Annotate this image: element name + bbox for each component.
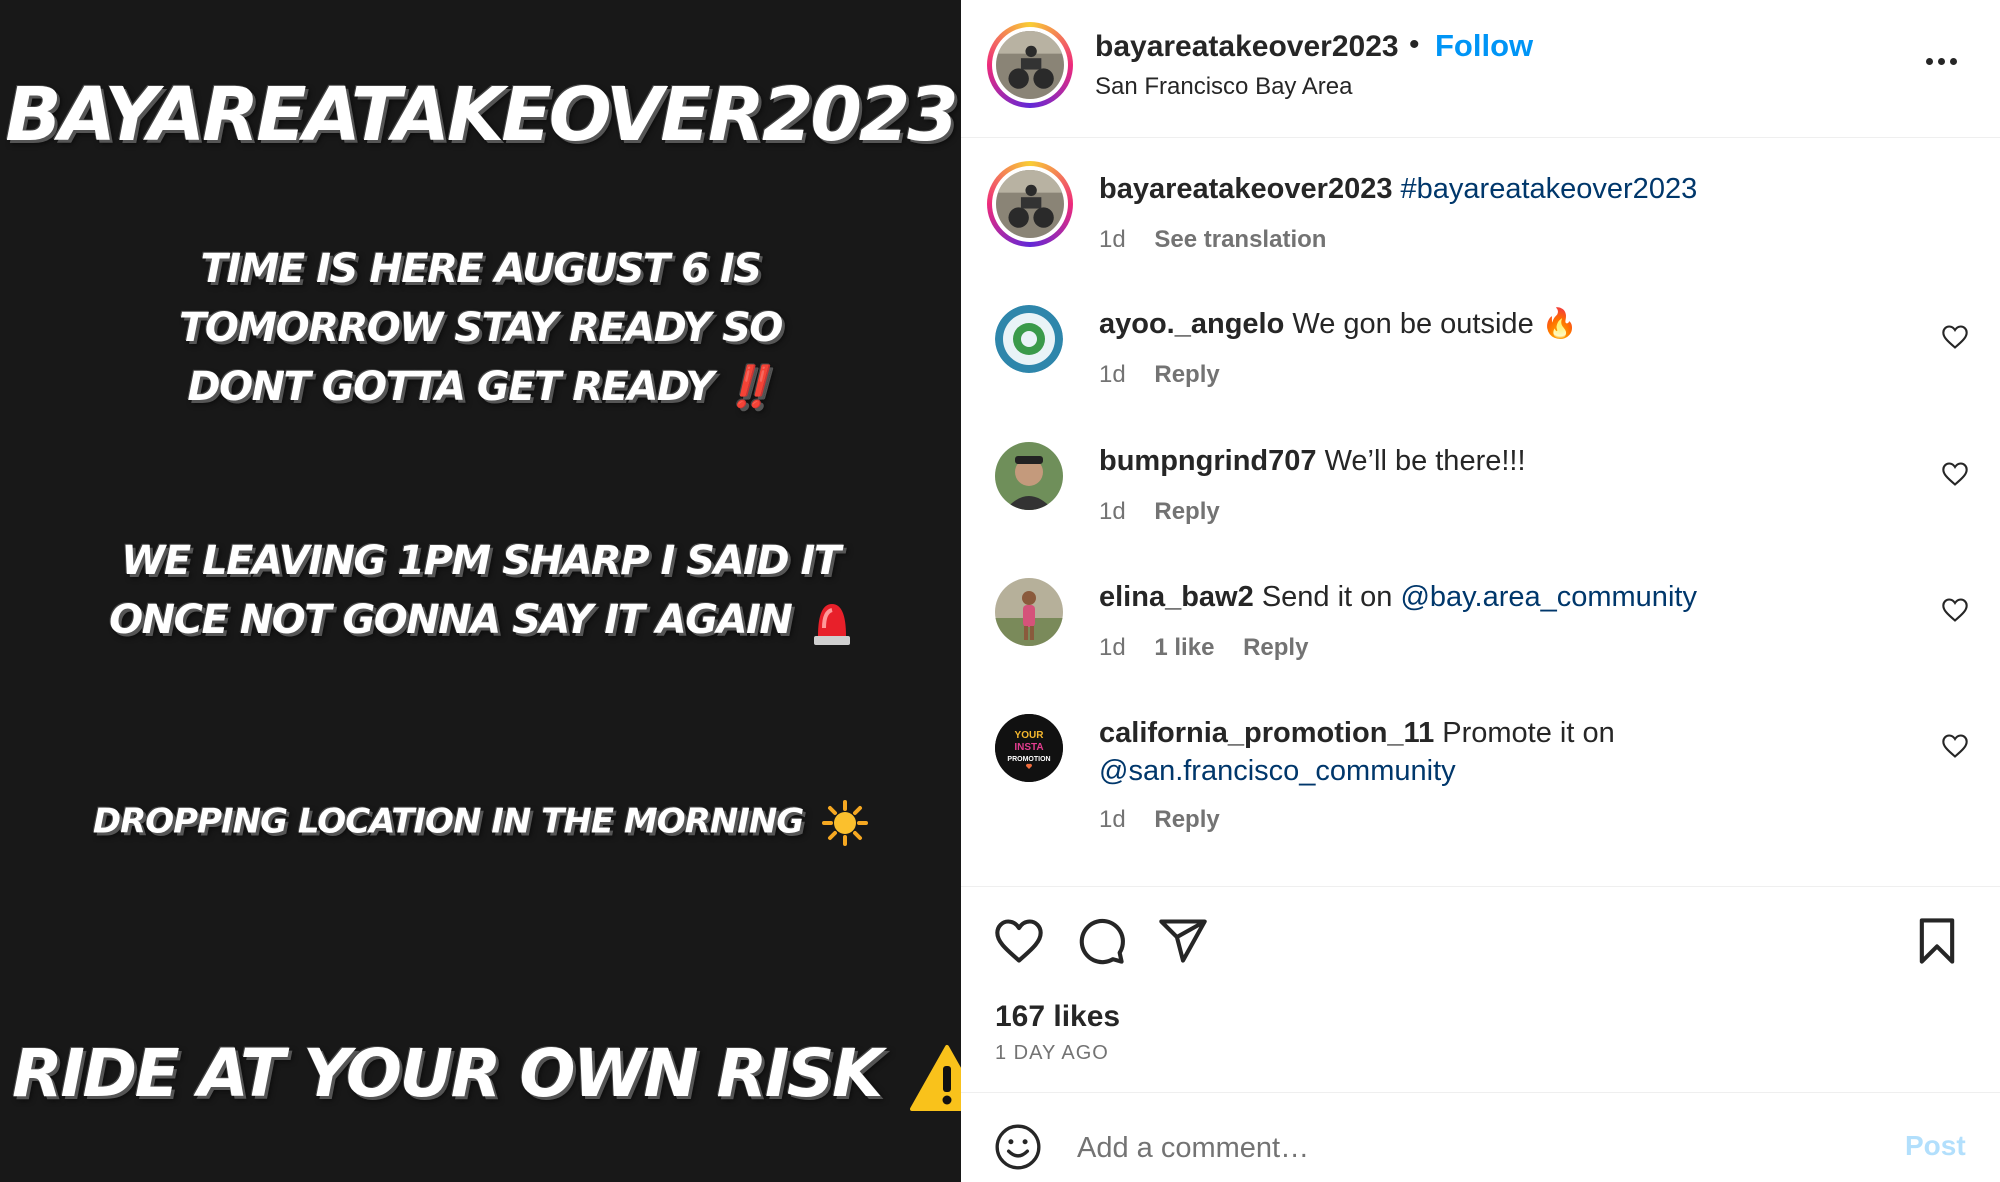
comment-time[interactable]: 1d	[1099, 498, 1126, 525]
comment-avatar[interactable]	[995, 305, 1063, 373]
poster-line: ONCE NOT GONNA SAY IT AGAIN	[0, 591, 961, 650]
promotion-logo-icon: YOUR INSTA PROMOTION	[995, 714, 1063, 782]
svg-text:PROMOTION: PROMOTION	[1007, 756, 1050, 763]
motorcycle-photo-icon	[996, 31, 1064, 99]
save-bookmark-icon[interactable]	[1911, 915, 1963, 967]
caption-time[interactable]: 1d	[1099, 226, 1126, 253]
sun-icon	[822, 800, 869, 846]
poster-line: WE LEAVING 1PM SHARP I SAID IT	[121, 538, 841, 584]
comment-meta: 1d Reply	[1099, 806, 1242, 834]
poster-text-date: TIME IS HERE AUGUST 6 IS TOMORROW STAY R…	[0, 240, 961, 417]
comment-bubble-icon[interactable]	[1075, 915, 1127, 967]
caption-avatar[interactable]	[987, 161, 1073, 247]
siren-icon	[813, 604, 850, 645]
comment-body: elina_baw2 Send it on @bay.area_communit…	[1099, 578, 1859, 616]
caption-meta: 1d See translation	[1099, 226, 1348, 254]
poster-line: TIME IS HERE AUGUST 6 IS	[200, 246, 762, 292]
post-image[interactable]: BAYAREATAKEOVER2023 TIME IS HERE AUGUST …	[0, 0, 961, 1182]
comment-mention[interactable]: @bay.area_community	[1400, 581, 1696, 613]
comment-body: ayoo._angelo We gon be outside 🔥	[1099, 305, 1859, 343]
reply-button[interactable]: Reply	[1154, 806, 1219, 833]
comment-time[interactable]: 1d	[1099, 806, 1126, 833]
logo-avatar-icon	[995, 305, 1063, 373]
comment-divider	[961, 1092, 2000, 1093]
comment-text: We gon be outside 🔥	[1292, 308, 1578, 340]
comment-username[interactable]: california_promotion_11	[1099, 717, 1434, 749]
post-comment-button[interactable]: Post	[1905, 1130, 1966, 1162]
separator-dot: •	[1409, 28, 1420, 61]
comment-avatar[interactable]	[995, 578, 1063, 646]
like-comment-heart-icon[interactable]	[1941, 323, 1969, 351]
comment-meta: 1d Reply	[1099, 498, 1242, 526]
poster-line: TOMORROW STAY READY SO	[179, 305, 783, 351]
comment-avatar[interactable]	[995, 442, 1063, 510]
likes-count[interactable]: 167 likes	[995, 1000, 1120, 1034]
poster-title: BAYAREATAKEOVER2023	[5, 72, 959, 158]
comment-meta: 1d 1 like Reply	[1099, 634, 1330, 662]
comment-time[interactable]: 1d	[1099, 634, 1126, 661]
see-translation-button[interactable]: See translation	[1154, 226, 1326, 253]
poster-text-warning: RIDE AT YOUR OWN RISK	[12, 1035, 961, 1112]
post-sidebar: bayareatakeover2023 • Follow San Francis…	[961, 0, 2000, 1182]
comment-mention[interactable]: @san.francisco_community	[1099, 755, 1456, 787]
comment-text: Promote it on	[1442, 717, 1615, 749]
comment-username[interactable]: bumpngrind707	[1099, 445, 1317, 477]
caption: bayareatakeover2023 #bayareatakeover2023	[1099, 170, 1859, 208]
post-date[interactable]: 1 DAY AGO	[995, 1042, 1109, 1065]
motorcycle-photo-icon	[996, 170, 1064, 238]
comment-body: bumpngrind707 We’ll be there!!!	[1099, 442, 1859, 480]
svg-text:YOUR: YOUR	[1015, 730, 1045, 741]
more-options-button[interactable]	[1916, 46, 1966, 76]
emoji-picker-icon[interactable]	[993, 1122, 1043, 1172]
svg-text:INSTA: INSTA	[1014, 742, 1043, 753]
caption-username[interactable]: bayareatakeover2023	[1099, 173, 1392, 205]
poster-text-time: WE LEAVING 1PM SHARP I SAID IT ONCE NOT …	[0, 532, 961, 650]
follow-button[interactable]: Follow	[1435, 28, 1533, 64]
more-dot-icon	[1937, 57, 1945, 65]
post-header: bayareatakeover2023 • Follow San Francis…	[961, 0, 2000, 138]
comment-avatar[interactable]: YOUR INSTA PROMOTION	[995, 714, 1063, 782]
like-comment-heart-icon[interactable]	[1941, 460, 1969, 488]
person-photo-icon	[995, 442, 1063, 510]
author-username[interactable]: bayareatakeover2023	[1095, 30, 1399, 64]
more-dot-icon	[1949, 57, 1957, 65]
comment-time[interactable]: 1d	[1099, 361, 1126, 388]
comment-body: california_promotion_11 Promote it on @s…	[1099, 714, 1859, 790]
add-comment-input[interactable]	[1077, 1126, 1857, 1170]
author-avatar[interactable]	[987, 22, 1073, 108]
comment-text: We’ll be there!!!	[1324, 445, 1526, 477]
warning-icon	[910, 1044, 961, 1111]
comment-username[interactable]: ayoo._angelo	[1099, 308, 1284, 340]
reply-button[interactable]: Reply	[1243, 634, 1308, 661]
comment-meta: 1d Reply	[1099, 361, 1242, 389]
caption-hashtag[interactable]: #bayareatakeover2023	[1401, 173, 1698, 205]
like-heart-icon[interactable]	[993, 915, 1045, 967]
comment-username[interactable]: elina_baw2	[1099, 581, 1254, 613]
share-paper-plane-icon[interactable]	[1157, 915, 1209, 967]
like-comment-heart-icon[interactable]	[1941, 732, 1969, 760]
post-location[interactable]: San Francisco Bay Area	[1095, 73, 1352, 101]
poster-line: DONT GOTTA GET READY ‼️	[187, 364, 775, 410]
reply-button[interactable]: Reply	[1154, 361, 1219, 388]
person-photo-icon	[995, 578, 1063, 646]
like-comment-heart-icon[interactable]	[1941, 596, 1969, 624]
poster-text-location: DROPPING LOCATION IN THE MORNING	[0, 800, 961, 846]
comment-likes[interactable]: 1 like	[1154, 634, 1214, 661]
reply-button[interactable]: Reply	[1154, 498, 1219, 525]
comment-text: Send it on	[1261, 581, 1401, 613]
more-dot-icon	[1925, 57, 1933, 65]
actions-divider	[961, 886, 2000, 887]
